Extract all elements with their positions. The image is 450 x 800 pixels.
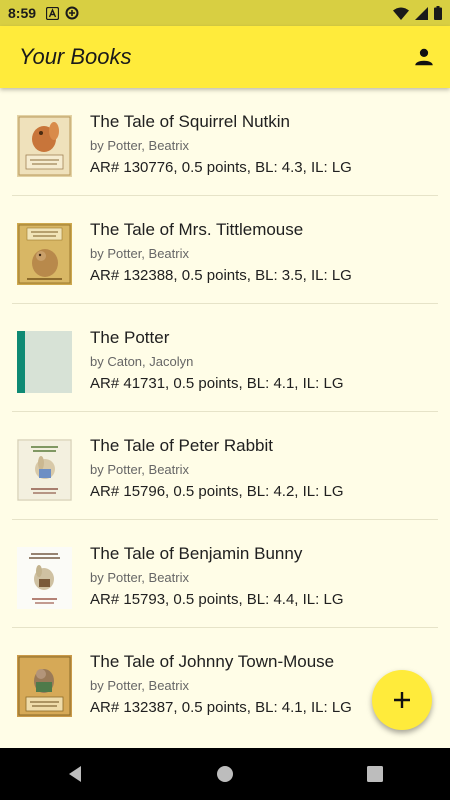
book-list-item[interactable]: The Potter by Caton, Jacolyn AR# 41731, … xyxy=(12,304,438,412)
recents-button[interactable] xyxy=(355,754,395,794)
notification-a-icon xyxy=(46,6,60,20)
book-cover-image xyxy=(17,439,72,501)
recents-icon xyxy=(367,766,383,782)
back-icon xyxy=(69,766,81,782)
book-author: by Potter, Beatrix xyxy=(90,462,189,477)
data-saver-icon xyxy=(65,6,79,20)
book-details: AR# 15796, 0.5 points, BL: 4.2, IL: LG xyxy=(90,483,344,500)
account-icon xyxy=(415,48,433,66)
book-details: AR# 132387, 0.5 points, BL: 4.1, IL: LG xyxy=(90,699,352,716)
book-cover-image xyxy=(17,115,72,177)
book-details: AR# 41731, 0.5 points, BL: 4.1, IL: LG xyxy=(90,375,344,392)
book-title: The Tale of Mrs. Tittlemouse xyxy=(90,220,304,239)
book-details: AR# 130776, 0.5 points, BL: 4.3, IL: LG xyxy=(90,159,352,176)
book-author: by Potter, Beatrix xyxy=(90,570,189,585)
book-list-item[interactable]: The Tale of Mrs. Tittlemouse by Potter, … xyxy=(12,196,438,304)
book-cover-image xyxy=(17,331,72,393)
book-author: by Potter, Beatrix xyxy=(90,138,189,153)
account-button[interactable] xyxy=(412,45,436,69)
book-list-item[interactable]: The Tale of Benjamin Bunny by Potter, Be… xyxy=(12,520,438,628)
system-navigation-bar xyxy=(0,748,450,800)
status-time: 8:59 xyxy=(8,5,37,21)
book-title: The Potter xyxy=(90,328,170,347)
status-left-icons xyxy=(46,6,79,20)
home-button[interactable] xyxy=(205,754,245,794)
status-bar: 8:59 xyxy=(0,0,450,26)
book-title: The Tale of Peter Rabbit xyxy=(90,436,274,455)
add-icon xyxy=(394,692,410,708)
wifi-icon xyxy=(393,7,409,20)
book-cover-image xyxy=(17,655,72,717)
book-author: by Caton, Jacolyn xyxy=(90,354,194,369)
back-button[interactable] xyxy=(55,754,95,794)
book-title: The Tale of Johnny Town-Mouse xyxy=(90,652,335,671)
battery-icon xyxy=(434,6,442,20)
signal-icon xyxy=(415,6,428,20)
book-title: The Tale of Benjamin Bunny xyxy=(90,544,303,563)
book-author: by Potter, Beatrix xyxy=(90,678,189,693)
app-bar: Your Books xyxy=(0,26,450,88)
book-title: The Tale of Squirrel Nutkin xyxy=(90,112,291,131)
book-details: AR# 15793, 0.5 points, BL: 4.4, IL: LG xyxy=(90,591,344,608)
book-cover-image xyxy=(17,547,72,609)
book-cover-image xyxy=(17,223,72,285)
add-book-button[interactable] xyxy=(372,670,432,730)
page-title: Your Books xyxy=(19,44,132,69)
book-list: The Tale of Squirrel Nutkin by Potter, B… xyxy=(0,88,450,748)
home-icon xyxy=(217,766,233,782)
book-author: by Potter, Beatrix xyxy=(90,246,189,261)
status-right-icons xyxy=(393,6,442,20)
book-list-item[interactable]: The Tale of Squirrel Nutkin by Potter, B… xyxy=(12,88,438,196)
book-details: AR# 132388, 0.5 points, BL: 3.5, IL: LG xyxy=(90,267,352,284)
book-list-item[interactable]: The Tale of Johnny Town-Mouse by Potter,… xyxy=(12,628,438,736)
book-list-item[interactable]: The Tale of Peter Rabbit by Potter, Beat… xyxy=(12,412,438,520)
